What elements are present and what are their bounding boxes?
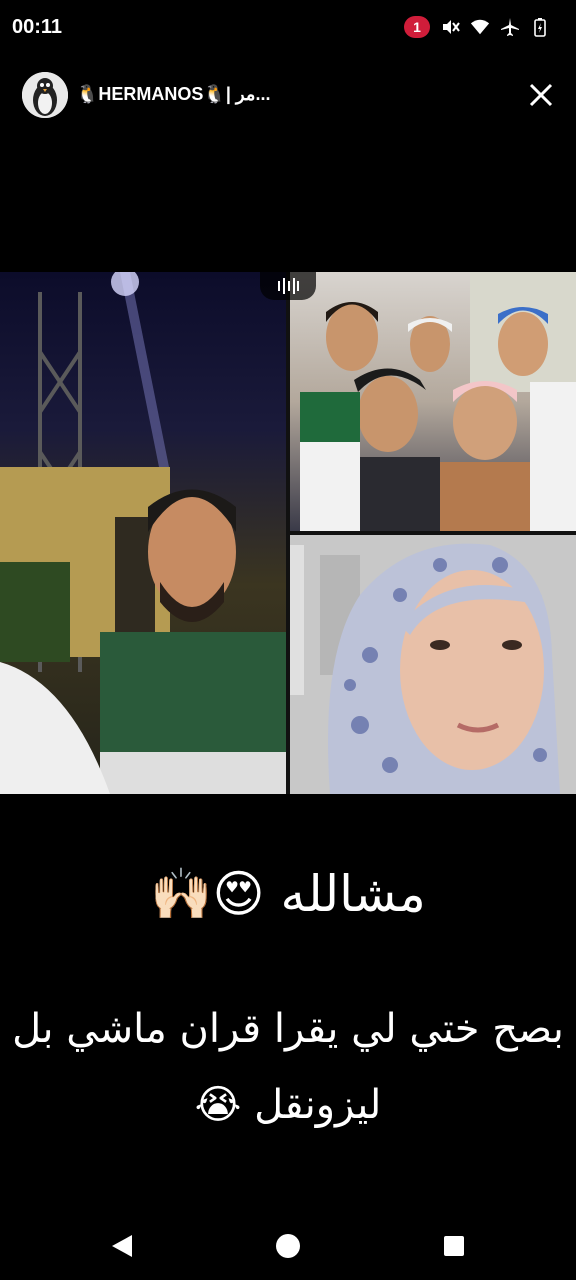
airplane-icon bbox=[500, 17, 520, 37]
status-time: 00:11 bbox=[12, 16, 63, 38]
home-icon[interactable] bbox=[272, 1230, 304, 1262]
video-grid bbox=[0, 272, 576, 794]
caption-line-3: ليزونقل 😭 bbox=[194, 1082, 382, 1128]
caption-line-1: مشالله 😍🙌🏻 bbox=[150, 865, 426, 923]
group-participants-video[interactable] bbox=[290, 272, 576, 531]
notification-badge: 1 bbox=[404, 16, 430, 38]
wifi-icon bbox=[470, 17, 490, 37]
close-icon[interactable] bbox=[526, 80, 556, 110]
left-participant-video[interactable] bbox=[0, 272, 286, 794]
layout-toggle-icon[interactable] bbox=[260, 272, 316, 300]
hijab-participant-video[interactable] bbox=[290, 535, 576, 794]
navigation-bar bbox=[0, 1212, 576, 1280]
mute-icon bbox=[440, 17, 460, 37]
status-bar: 00:11 1 bbox=[0, 0, 576, 56]
battery-icon bbox=[530, 17, 550, 37]
channel-name[interactable]: 🐧HERMANOS🐧| مر... bbox=[76, 84, 270, 105]
caption-line-2: بصح ختي لي يقرا قران ماشي بل bbox=[12, 1006, 564, 1052]
status-icons: 1 bbox=[404, 16, 550, 38]
penguin-avatar[interactable] bbox=[22, 72, 68, 118]
back-icon[interactable] bbox=[106, 1230, 138, 1262]
recents-icon[interactable] bbox=[438, 1230, 470, 1262]
stream-header: 🐧HERMANOS🐧| مر... bbox=[0, 70, 576, 120]
